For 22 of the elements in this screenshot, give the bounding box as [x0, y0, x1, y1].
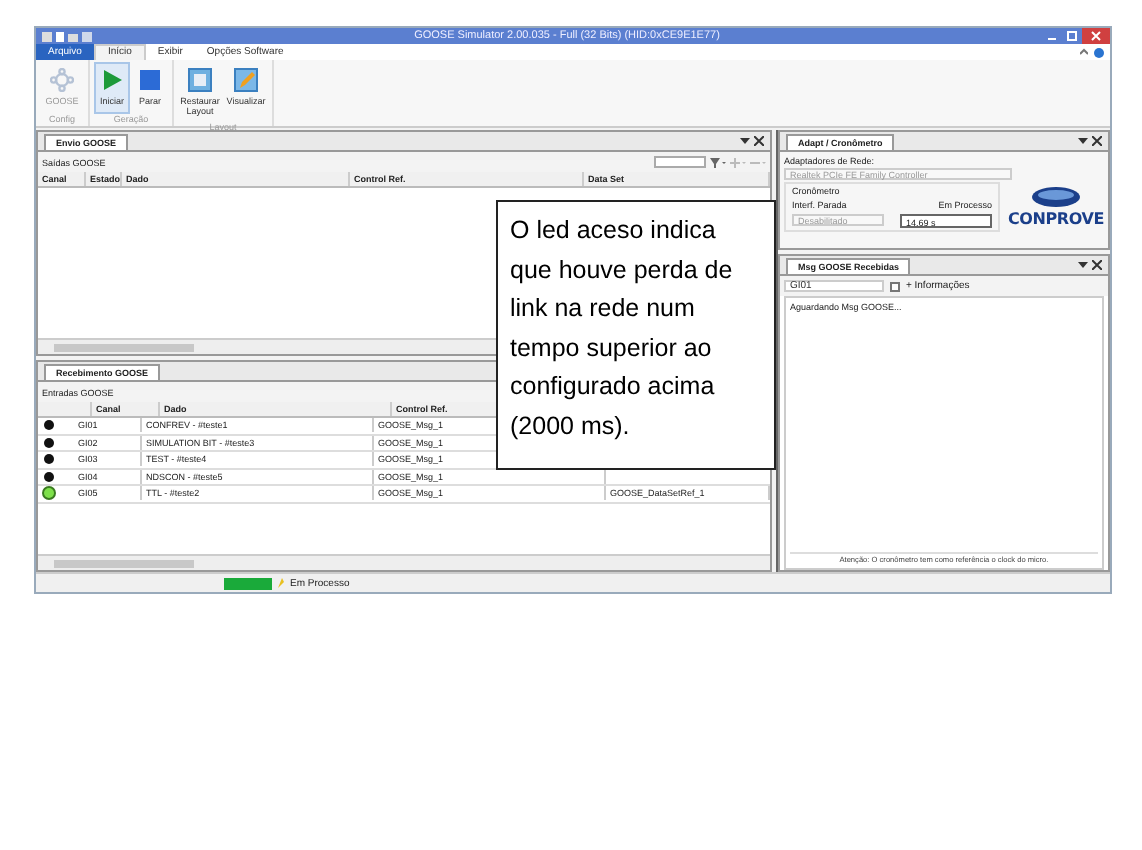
- logo-icon: [1029, 186, 1082, 208]
- play-icon: [100, 68, 124, 92]
- close-icon[interactable]: [1082, 28, 1110, 44]
- close-icon[interactable]: [1092, 136, 1102, 146]
- checkbox[interactable]: [889, 281, 900, 291]
- gear-icon: [50, 68, 74, 92]
- search-field[interactable]: [653, 156, 706, 168]
- horizontal-scrollbar[interactable]: [38, 554, 770, 570]
- lightning-icon: [278, 578, 284, 588]
- callout-tooltip: O led aceso indica que houve perda de link na rede num tempo superior ao configurado acima (2000 ms).: [496, 200, 776, 470]
- collapse-icon[interactable]: [1080, 48, 1088, 56]
- pin-icon[interactable]: [1078, 136, 1088, 146]
- stop-icon: [138, 68, 163, 92]
- filter-icon[interactable]: [709, 157, 726, 167]
- window-icon: [188, 68, 213, 92]
- logo-text: CONPROVE: [1007, 210, 1104, 228]
- pin-icon[interactable]: [1078, 260, 1088, 270]
- pin-icon[interactable]: [739, 136, 750, 146]
- maximize-icon[interactable]: [1062, 28, 1082, 44]
- close-icon[interactable]: [1092, 260, 1102, 270]
- close-icon[interactable]: [753, 136, 764, 146]
- pencil-icon: [234, 68, 259, 92]
